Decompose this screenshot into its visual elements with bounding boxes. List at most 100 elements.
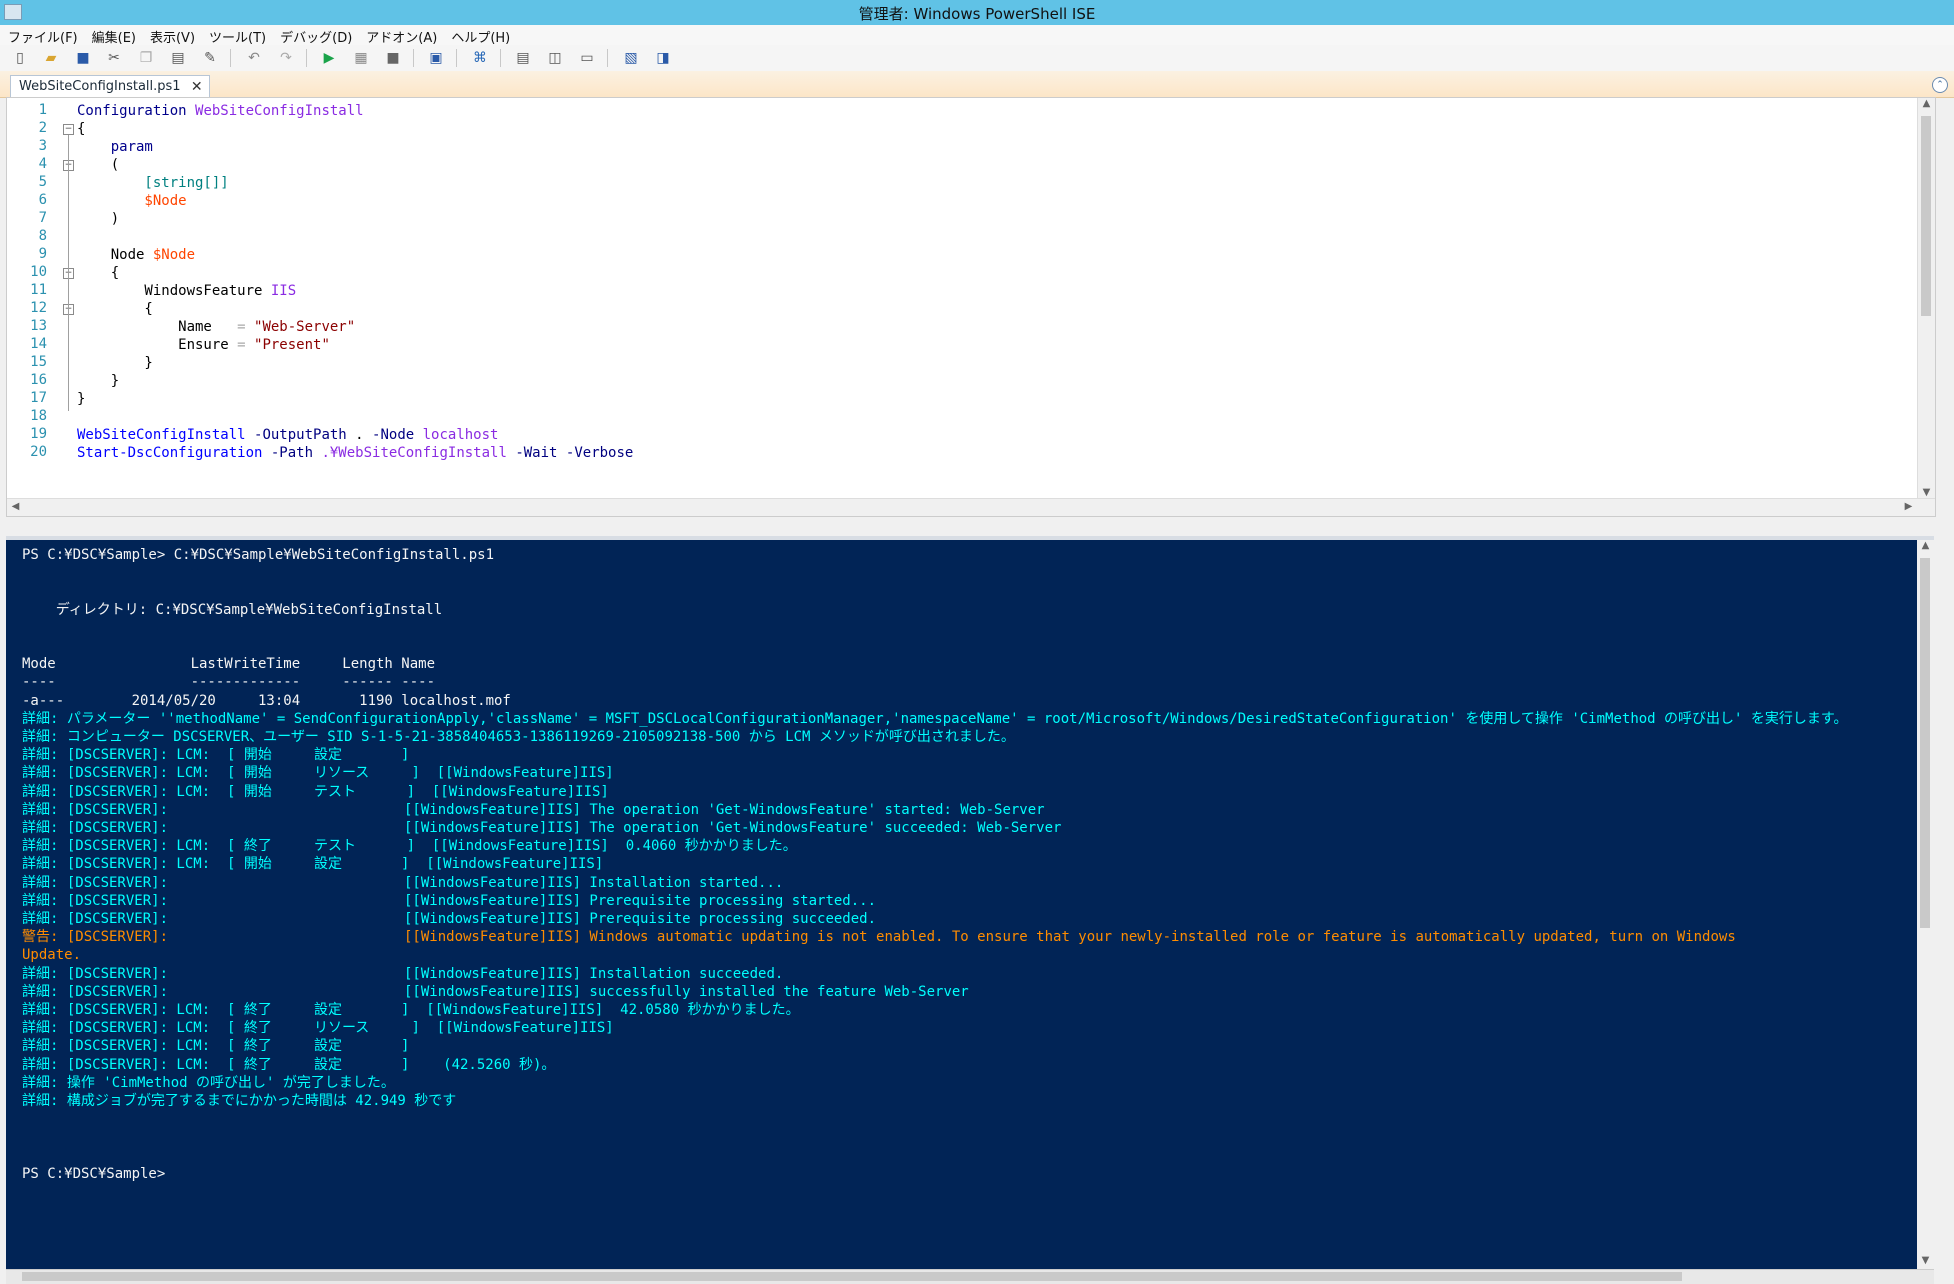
console-line: ディレクトリ: C:¥DSC¥Sample¥WebSiteConfigInsta… bbox=[22, 601, 443, 618]
code-line: } bbox=[77, 373, 120, 389]
code-line: $Node bbox=[77, 193, 187, 209]
copy-icon[interactable]: ❐ bbox=[138, 50, 154, 66]
code-line: ( bbox=[77, 157, 120, 173]
undo-icon[interactable]: ↶ bbox=[246, 50, 262, 66]
fold-toggle-icon[interactable]: − bbox=[63, 124, 74, 135]
scroll-thumb[interactable] bbox=[1921, 116, 1931, 316]
console-pane[interactable]: PS C:¥DSC¥Sample> C:¥DSC¥Sample¥WebSiteC… bbox=[6, 536, 1934, 1284]
window-title: 管理者: Windows PowerShell ISE bbox=[858, 5, 1096, 23]
remote-powershell-icon[interactable]: ▣ bbox=[428, 50, 444, 66]
toolbar-separator bbox=[456, 49, 457, 67]
script-editor[interactable]: 1 2 3 4 5 6 7 8 9 10 11 12 13 14 15 16 1… bbox=[6, 97, 1936, 517]
console-line: 詳細: [DSCSERVER]: [[WindowsFeature]IIS] P… bbox=[22, 911, 877, 927]
console-line: PS C:¥DSC¥Sample> C:¥DSC¥Sample¥WebSiteC… bbox=[22, 547, 495, 563]
menu-view[interactable]: 表示(V) bbox=[142, 25, 201, 46]
menu-debug[interactable]: デバッグ(D) bbox=[272, 25, 358, 46]
toolbar-separator bbox=[230, 49, 231, 67]
powershell-console-icon[interactable]: ⌘ bbox=[472, 50, 488, 66]
line-number: 14 bbox=[30, 336, 47, 352]
save-icon[interactable]: ■ bbox=[75, 50, 91, 66]
show-script-pane-icon[interactable]: ▧ bbox=[623, 50, 639, 66]
console-line: 詳細: [DSCSERVER]: LCM: [ 開始 テスト ] [[Windo… bbox=[22, 783, 609, 800]
tab-webSiteConfigInstall[interactable]: WebSiteConfigInstall.ps1 ✕ bbox=[10, 75, 210, 98]
collapse-pane-icon[interactable]: ⌃ bbox=[1932, 77, 1948, 93]
editor-horizontal-scrollbar[interactable]: ◀ ▶ bbox=[7, 498, 1935, 516]
paste-icon[interactable]: ▤ bbox=[170, 50, 186, 66]
scroll-right-icon[interactable]: ▶ bbox=[1900, 501, 1917, 512]
show-command-addon-icon[interactable]: ◨ bbox=[655, 50, 671, 66]
code-line: Configuration WebSiteConfigInstall bbox=[77, 103, 364, 119]
code-line: Start-DscConfiguration -Path .¥WebSiteCo… bbox=[77, 445, 634, 461]
console-line: 詳細: [DSCSERVER]: LCM: [ 開始 設定 ] [[Window… bbox=[22, 856, 604, 873]
close-icon[interactable]: ✕ bbox=[191, 76, 203, 98]
line-number-gutter: 1 2 3 4 5 6 7 8 9 10 11 12 13 14 15 16 1… bbox=[7, 98, 51, 516]
code-line: ) bbox=[77, 211, 120, 227]
line-number: 11 bbox=[30, 282, 47, 298]
code-line: } bbox=[77, 391, 86, 407]
line-number: 18 bbox=[30, 408, 47, 424]
scroll-down-icon[interactable]: ▼ bbox=[1918, 487, 1935, 498]
menu-bar: ファイル(F) 編集(E) 表示(V) ツール(T) デバッグ(D) アドオン(A) ヘルプ… bbox=[0, 25, 1954, 46]
new-file-icon[interactable]: ▯ bbox=[12, 50, 28, 66]
line-number: 5 bbox=[38, 174, 47, 190]
console-line: 警告: [DSCSERVER]: [[WindowsFeature]IIS] W… bbox=[22, 929, 1736, 946]
menu-file[interactable]: ファイル(F) bbox=[0, 25, 84, 46]
menu-tools[interactable]: ツール(T) bbox=[201, 25, 272, 46]
line-number: 6 bbox=[38, 192, 47, 208]
open-folder-icon[interactable]: ▰ bbox=[43, 50, 59, 66]
console-line: 詳細: [DSCSERVER]: LCM: [ 終了 設定 ] [[Window… bbox=[22, 1002, 800, 1018]
console-line: PS C:¥DSC¥Sample> bbox=[22, 1165, 166, 1182]
run-script-icon[interactable]: ▶ bbox=[321, 50, 337, 66]
code-line: { bbox=[77, 265, 120, 281]
clear-console-icon[interactable]: ✎ bbox=[202, 50, 218, 66]
code-line: WindowsFeature IIS bbox=[77, 283, 297, 299]
code-line: Ensure = "Present" bbox=[77, 337, 330, 353]
line-number: 20 bbox=[30, 444, 47, 460]
stop-icon[interactable]: ■ bbox=[385, 50, 401, 66]
console-line: -a--- 2014/05/20 13:04 1190 localhost.mo… bbox=[22, 692, 511, 709]
console-line: 詳細: [DSCSERVER]: [[WindowsFeature]IIS] T… bbox=[22, 801, 1045, 818]
menu-edit[interactable]: 編集(E) bbox=[84, 25, 142, 46]
line-number: 16 bbox=[30, 372, 47, 388]
cut-icon[interactable]: ✂ bbox=[106, 50, 122, 66]
console-line: Mode LastWriteTime Length Name bbox=[22, 656, 436, 673]
console-line: 詳細: 構成ジョブが完了するまでにかかった時間は 42.949 秒です bbox=[22, 1093, 457, 1109]
line-number: 12 bbox=[30, 300, 47, 316]
menu-help[interactable]: ヘルプ(H) bbox=[443, 25, 516, 46]
line-number: 17 bbox=[30, 390, 47, 406]
scroll-up-icon[interactable]: ▲ bbox=[1918, 98, 1935, 109]
code-line: { bbox=[77, 301, 153, 317]
console-horizontal-scrollbar[interactable] bbox=[6, 1269, 1934, 1284]
menu-addons[interactable]: アドオン(A) bbox=[358, 25, 443, 46]
console-line: 詳細: [DSCSERVER]: LCM: [ 終了 設定 ] (42.5260… bbox=[22, 1056, 556, 1073]
script-tab-strip: WebSiteConfigInstall.ps1 ✕ bbox=[0, 71, 1954, 98]
code-line: } bbox=[77, 355, 153, 371]
editor-vertical-scrollbar[interactable]: ▲ ▼ bbox=[1917, 98, 1935, 516]
console-line: 詳細: [DSCSERVER]: [[WindowsFeature]IIS] I… bbox=[22, 965, 784, 982]
scroll-up-icon[interactable]: ▲ bbox=[1917, 540, 1934, 551]
console-line: 詳細: [DSCSERVER]: [[WindowsFeature]IIS] P… bbox=[22, 892, 877, 909]
toolbar: ▯ ▰ ■ ✂ ❐ ▤ ✎ ↶ ↷ ▶ ▦ ■ ▣ ⌘ ▤ ◫ ▭ ▧ ◨ bbox=[0, 45, 1954, 72]
redo-icon[interactable]: ↷ bbox=[278, 50, 294, 66]
console-line: 詳細: [DSCSERVER]: [[WindowsFeature]IIS] T… bbox=[22, 820, 1062, 836]
line-number: 9 bbox=[38, 246, 47, 262]
line-number: 7 bbox=[38, 210, 47, 226]
line-number: 2 bbox=[38, 120, 47, 136]
console-line: 詳細: コンピューター DSCSERVER、ユーザー SID S-1-5-21-… bbox=[22, 729, 1015, 745]
console-vertical-scrollbar[interactable]: ▲ ▼ bbox=[1917, 540, 1934, 1284]
run-selection-icon[interactable]: ▦ bbox=[353, 50, 369, 66]
console-line: 詳細: [DSCSERVER]: [[WindowsFeature]IIS] I… bbox=[22, 874, 784, 891]
scroll-down-icon[interactable]: ▼ bbox=[1917, 1255, 1934, 1266]
title-bar: 管理者: Windows PowerShell ISE bbox=[0, 0, 1954, 25]
layout-script-top-icon[interactable]: ▤ bbox=[515, 50, 531, 66]
console-line: 詳細: [DSCSERVER]: LCM: [ 終了 リソース ] [[Wind… bbox=[22, 1020, 614, 1037]
toolbar-separator bbox=[607, 49, 608, 67]
toolbar-separator bbox=[306, 49, 307, 67]
console-line: 詳細: [DSCSERVER]: [[WindowsFeature]IIS] s… bbox=[22, 983, 969, 1000]
scroll-left-icon[interactable]: ◀ bbox=[7, 501, 24, 512]
toolbar-separator bbox=[500, 49, 501, 67]
line-number: 15 bbox=[30, 354, 47, 370]
scroll-thumb[interactable] bbox=[1920, 558, 1930, 928]
layout-script-max-icon[interactable]: ▭ bbox=[579, 50, 595, 66]
layout-script-right-icon[interactable]: ◫ bbox=[547, 50, 563, 66]
